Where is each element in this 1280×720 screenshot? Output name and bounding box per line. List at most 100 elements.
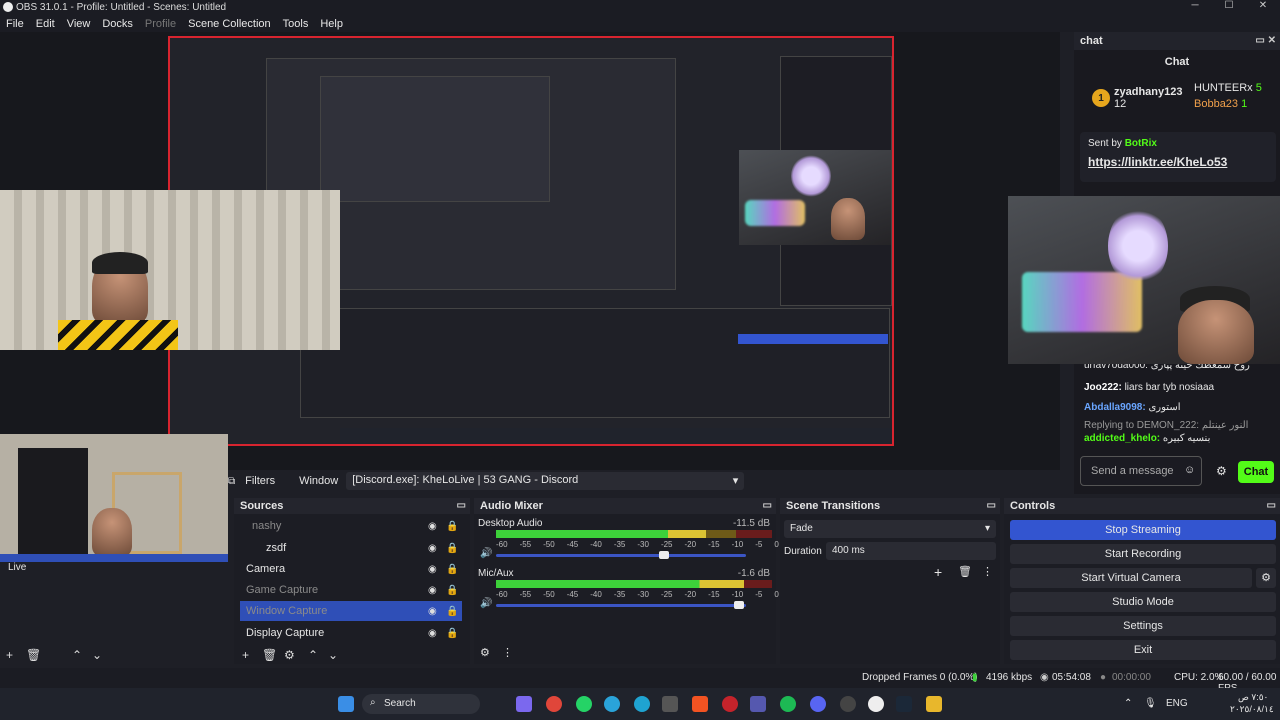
eye-icon[interactable]: ◉ bbox=[428, 543, 437, 554]
menu-help[interactable]: Help bbox=[320, 18, 343, 30]
meter-tick-label: -60 bbox=[496, 590, 508, 599]
lock-icon[interactable]: 🔒 bbox=[446, 521, 458, 532]
add-transition-icon[interactable]: + bbox=[934, 564, 942, 580]
taskbar-search[interactable]: ⌕ Search bbox=[362, 694, 480, 714]
studio-mode-button[interactable]: Studio Mode bbox=[1010, 592, 1276, 612]
minimize-button[interactable]: ─ bbox=[1178, 0, 1212, 11]
exit-button[interactable]: Exit bbox=[1010, 640, 1276, 660]
pinned-link[interactable]: https://linktr.ee/KheLo53 bbox=[1088, 155, 1268, 169]
audio-mixer-dock: Audio Mixer ▭ Desktop Audio -11.5 dB -60 -… bbox=[474, 498, 779, 664]
duration-input[interactable]: 400 ms bbox=[826, 542, 996, 560]
dock-float-icon[interactable]: ▭ bbox=[987, 500, 996, 511]
clock-time[interactable]: ٧:٥٠ ص bbox=[1238, 692, 1268, 703]
menu-profile[interactable]: Profile bbox=[145, 18, 176, 30]
window-select[interactable]: [Discord.exe]: KheLoLive | 53 GANG - Dis… bbox=[346, 472, 745, 490]
volume-knob[interactable] bbox=[733, 601, 744, 609]
menu-file[interactable]: File bbox=[6, 18, 24, 30]
source-item-selected[interactable]: Window Capture ◉ 🔒 bbox=[240, 601, 462, 621]
edge-icon[interactable] bbox=[634, 696, 650, 712]
more-icon[interactable]: ⋮ bbox=[502, 646, 513, 659]
level-meter-fill bbox=[496, 530, 706, 538]
sources-title: Sources bbox=[240, 500, 284, 512]
menu-docks[interactable]: Docks bbox=[102, 18, 133, 30]
steam-icon[interactable] bbox=[896, 696, 912, 712]
eye-icon[interactable]: ◉ bbox=[428, 521, 437, 532]
room-camera-small bbox=[739, 150, 891, 245]
transition-select[interactable]: Fade ▾ bbox=[784, 520, 996, 538]
chevron-down-icon: ▾ bbox=[732, 475, 739, 487]
eye-icon[interactable]: ◉ bbox=[428, 564, 437, 575]
filter-icon[interactable]: ⧉ bbox=[228, 476, 235, 487]
move-up-icon[interactable]: ⌃ bbox=[72, 648, 82, 662]
tray-chevron-icon[interactable]: ⌃ bbox=[1124, 698, 1132, 709]
start-virtual-camera-button[interactable]: Start Virtual Camera bbox=[1010, 568, 1252, 588]
source-item[interactable]: zsdf ◉ 🔒 bbox=[240, 538, 462, 558]
add-source-icon[interactable]: + bbox=[242, 648, 249, 662]
dock-float-icon[interactable]: ▭ bbox=[457, 500, 466, 511]
source-item[interactable]: Game Capture ◉ 🔒 bbox=[240, 580, 462, 600]
dock-float-icon[interactable]: ▭ bbox=[763, 500, 772, 511]
move-up-icon[interactable]: ⌃ bbox=[308, 648, 318, 662]
obs-icon[interactable] bbox=[868, 696, 884, 712]
whatsapp-icon[interactable] bbox=[576, 696, 592, 712]
menu-edit[interactable]: Edit bbox=[36, 18, 55, 30]
add-scene-icon[interactable]: + bbox=[6, 648, 13, 662]
chrome-icon[interactable] bbox=[546, 696, 562, 712]
settings-button[interactable]: Settings bbox=[1010, 616, 1276, 636]
trash-icon[interactable]: 🗑 bbox=[262, 648, 277, 662]
eye-icon[interactable]: ◉ bbox=[428, 585, 437, 596]
cpu-usage: CPU: 2.0% bbox=[1174, 672, 1224, 683]
gear-icon[interactable]: ⚙ bbox=[480, 646, 490, 659]
speaker-icon[interactable]: 🔊 bbox=[480, 598, 492, 609]
eye-icon[interactable]: ◉ bbox=[428, 606, 437, 617]
mic-icon[interactable]: 🎙 bbox=[1144, 698, 1157, 709]
dock-float-icon[interactable]: ▭ bbox=[1267, 500, 1276, 511]
lock-icon[interactable]: 🔒 bbox=[446, 564, 458, 575]
menu-scene-collection[interactable]: Scene Collection bbox=[188, 18, 271, 30]
app-icon[interactable] bbox=[840, 696, 856, 712]
start-recording-button[interactable]: Start Recording bbox=[1010, 544, 1276, 564]
eye-icon[interactable]: ◉ bbox=[428, 628, 437, 639]
volume-slider[interactable] bbox=[496, 601, 746, 609]
lock-icon[interactable]: 🔒 bbox=[446, 585, 458, 596]
speaker-icon[interactable]: 🔊 bbox=[480, 548, 492, 559]
lock-icon[interactable]: 🔒 bbox=[446, 543, 458, 554]
close-button[interactable]: ✕ bbox=[1246, 0, 1280, 11]
filters-button[interactable]: Filters bbox=[245, 475, 275, 487]
source-item[interactable]: nashy ◉ 🔒 bbox=[240, 516, 462, 536]
teams-icon[interactable] bbox=[750, 696, 766, 712]
lock-icon[interactable]: 🔒 bbox=[446, 628, 458, 639]
spotify-icon[interactable] bbox=[780, 696, 796, 712]
menu-tools[interactable]: Tools bbox=[283, 18, 309, 30]
lock-icon[interactable]: 🔒 bbox=[446, 606, 458, 617]
source-item[interactable]: Camera ◉ 🔒 bbox=[240, 559, 462, 579]
app-icon[interactable] bbox=[722, 696, 738, 712]
stop-streaming-button[interactable]: Stop Streaming bbox=[1010, 520, 1276, 540]
folder-icon[interactable] bbox=[926, 696, 942, 712]
trash-icon[interactable]: 🗑 bbox=[958, 565, 972, 578]
trash-icon[interactable]: 🗑 bbox=[26, 648, 41, 662]
copilot-icon[interactable] bbox=[516, 696, 532, 712]
gear-icon[interactable]: ⚙ bbox=[1256, 568, 1276, 588]
telegram-icon[interactable] bbox=[604, 696, 620, 712]
discord-icon[interactable] bbox=[810, 696, 826, 712]
windows-start-icon[interactable] bbox=[338, 696, 354, 712]
emoji-icon[interactable]: ☺ bbox=[1184, 464, 1195, 476]
dock-float-close-icon[interactable]: ▭ ✕ bbox=[1255, 35, 1276, 46]
volume-knob[interactable] bbox=[658, 551, 669, 559]
source-item[interactable]: Display Capture ◉ 🔒 bbox=[240, 623, 462, 643]
move-down-icon[interactable]: ⌄ bbox=[92, 648, 102, 662]
volume-slider[interactable] bbox=[496, 551, 746, 559]
move-down-icon[interactable]: ⌄ bbox=[328, 648, 338, 662]
pinned-message[interactable]: Sent by BotRix https://linktr.ee/KheLo53 bbox=[1080, 132, 1276, 182]
chat-send-button[interactable]: Chat bbox=[1238, 461, 1274, 483]
maximize-button[interactable]: ☐ bbox=[1212, 0, 1246, 11]
language[interactable]: ENG bbox=[1166, 698, 1188, 709]
clock-date[interactable]: ٢٠٢٥/٠٨/١٤ bbox=[1230, 704, 1274, 715]
gear-icon[interactable]: ⚙ bbox=[284, 648, 295, 662]
menu-view[interactable]: View bbox=[67, 18, 91, 30]
brave-icon[interactable] bbox=[692, 696, 708, 712]
gear-icon[interactable]: ⚙ bbox=[1216, 464, 1227, 478]
more-icon[interactable]: ⋮ bbox=[982, 565, 993, 578]
app-icon[interactable] bbox=[662, 696, 678, 712]
